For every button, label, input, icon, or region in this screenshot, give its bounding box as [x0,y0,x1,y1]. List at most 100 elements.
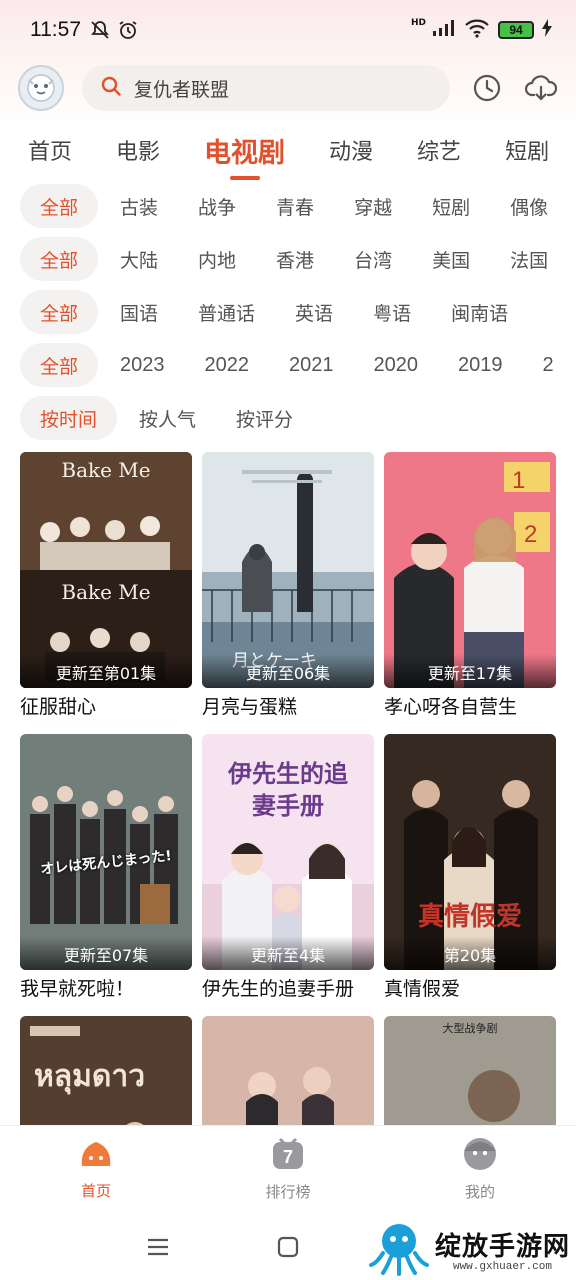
battery-indicator: 94 [498,21,534,39]
episode-caption: 更新至06集 [202,654,374,688]
header-icons [470,71,558,105]
sort-by-time[interactable]: 按时间 [20,396,118,440]
mute-icon [89,19,111,41]
sort-by-popularity[interactable]: 按人气 [139,405,196,432]
episode-caption: 更新至07集 [20,936,192,970]
filter-language-item[interactable]: 英语 [295,299,333,326]
drama-poster[interactable]: オレは死んじまった! 更新至07集 [20,734,192,970]
tab-short-drama[interactable]: 短剧 [505,134,549,166]
octopus-logo-icon [368,1217,429,1280]
filter-year-item[interactable]: 2021 [289,354,334,377]
poster-artwork [20,452,192,688]
status-right: HD 94 [411,18,552,43]
poster-title-text: 伊先生的追妻手册 [228,759,348,820]
drama-poster[interactable]: 真情假爱 第20集 [384,734,556,970]
filter-year-item[interactable]: 2023 [120,354,165,377]
episode-caption: 更新至第01集 [20,654,192,688]
search-box[interactable]: 复仇者联盟 [82,65,450,111]
filter-region-item[interactable]: 大陆 [120,246,158,273]
alarm-icon [117,19,139,41]
drama-title[interactable]: 真情假爱 [384,974,556,1002]
filter-genre-item[interactable]: 青春 [276,193,314,220]
filter-language-item[interactable]: 普通话 [198,299,255,326]
filter-genre-item[interactable]: 短剧 [432,193,470,220]
drama-card[interactable]: 伊先生的追妻手册 更新至4集 伊先生的追妻手册 [202,734,374,1002]
home-square-icon[interactable] [274,1233,302,1261]
filter-year-item[interactable]: 2020 [374,354,419,377]
filter-region-item[interactable]: 法国 [510,246,548,273]
filter-genre-item[interactable]: 穿越 [354,193,392,220]
filter-genre-item[interactable]: 战争 [198,193,236,220]
search-input[interactable]: 复仇者联盟 [134,75,229,102]
svg-text:หลุมดาว: หลุมดาว [34,1059,145,1095]
nav-label: 首页 [80,1182,111,1200]
drama-poster[interactable]: Bake Me Bake Me 更新至第01集 [20,452,192,688]
filter-region-all[interactable]: 全部 [20,237,99,281]
profile-icon [462,1137,498,1175]
status-time: 11:57 [30,18,81,41]
watermark-text: 绽放手游网 [434,1231,570,1262]
poster-title-text: 真情假爱 [417,902,522,932]
drama-card[interactable]: 真情假爱 第20集 真情假爱 [384,734,556,1002]
episode-caption: 更新至17集 [384,654,556,688]
drama-poster[interactable]: 伊先生的追妻手册 更新至4集 [202,734,374,970]
poster-title-text: Bake Me [61,458,151,482]
filter-year-item[interactable]: 2019 [458,354,503,377]
avatar-face-icon [27,74,55,102]
hd-label: HD [410,18,426,28]
filter-genre-all[interactable]: 全部 [20,184,99,228]
episode-caption: 第20集 [384,936,556,970]
filter-language-item[interactable]: 国语 [120,299,158,326]
drama-title[interactable]: 月亮与蛋糕 [202,692,374,720]
filter-row-language: 全部 国语 普通话 英语 粤语 闽南语 [0,289,576,335]
tab-variety[interactable]: 综艺 [417,134,461,166]
filter-region-item[interactable]: 美国 [432,246,470,273]
drama-card[interactable]: オレは死んじまった! 更新至07集 我早就死啦！ [20,734,192,1002]
filter-row-genre: 全部 古装 战争 青春 穿越 短剧 偶像 [0,183,576,229]
menu-icon[interactable] [144,1233,172,1261]
tab-tv-series[interactable]: 电视剧 [204,131,285,170]
filter-language-item[interactable]: 闽南语 [451,299,508,326]
filter-row-region: 全部 大陆 内地 香港 台湾 美国 法国 [0,236,576,282]
header-row: 复仇者联盟 [0,60,576,116]
signal-icon [432,18,456,42]
tab-movies[interactable]: 电影 [116,134,160,166]
drama-title[interactable]: 伊先生的追妻手册 [202,974,374,1002]
poster-artwork [384,734,556,970]
filter-row-year: 全部 2023 2022 2021 2020 2019 2 [0,342,576,388]
charging-icon [542,18,552,42]
nav-home[interactable]: 首页 [36,1138,156,1201]
nav-label: 排行榜 [265,1183,311,1201]
avatar[interactable] [18,65,64,111]
nav-profile[interactable]: 我的 [420,1137,540,1202]
tab-anime[interactable]: 动漫 [329,134,373,166]
cloud-download-icon[interactable] [524,71,558,105]
search-icon [100,75,122,101]
drama-card[interactable]: 月とケーキ 更新至06集 月亮与蛋糕 [202,452,374,720]
drama-poster[interactable]: 1 2 更新至17集 [384,452,556,688]
history-icon[interactable] [470,71,504,105]
filter-region-item[interactable]: 台湾 [354,246,392,273]
filter-language-all[interactable]: 全部 [20,290,99,334]
sort-by-rating[interactable]: 按评分 [236,405,293,432]
filter-year-item[interactable]: 2 [543,354,554,377]
drama-card[interactable]: Bake Me Bake Me 更新至第01集 征服甜心 [20,452,192,720]
filter-language-item[interactable]: 粤语 [373,299,411,326]
svg-text:7: 7 [283,1147,293,1167]
drama-title[interactable]: 孝心呀各自营生 [384,692,556,720]
poster-title-text: Bake Me [61,580,151,604]
drama-card[interactable]: 1 2 更新至17集 孝心呀各自营生 [384,452,556,720]
nav-ranking[interactable]: 7 排行榜 [228,1137,348,1202]
filter-region-item[interactable]: 香港 [276,246,314,273]
filter-genre-item[interactable]: 偶像 [510,193,548,220]
filter-year-item[interactable]: 2022 [205,354,250,377]
filter-region-item[interactable]: 内地 [198,246,236,273]
filter-year-all[interactable]: 全部 [20,343,99,387]
filter-genre-item[interactable]: 古装 [120,193,158,220]
drama-title[interactable]: 我早就死啦！ [20,974,192,1002]
drama-poster[interactable]: 月とケーキ 更新至06集 [202,452,374,688]
category-tabs: 首页 电影 电视剧 动漫 综艺 短剧 [0,122,576,178]
drama-title[interactable]: 征服甜心 [20,692,192,720]
tab-home[interactable]: 首页 [28,134,72,166]
nav-label: 我的 [464,1183,495,1201]
